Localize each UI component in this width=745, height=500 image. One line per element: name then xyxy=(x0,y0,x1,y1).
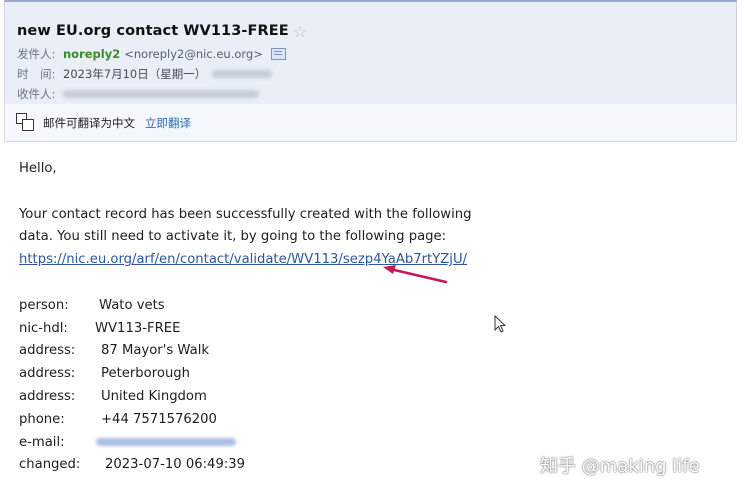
redacted-recipient xyxy=(63,90,259,98)
nichdl-value: WV113-FREE xyxy=(95,320,181,336)
sender-address: <noreply2@nic.eu.org> xyxy=(124,47,263,61)
address-label-2: address: xyxy=(19,366,76,382)
email-label: e-mail: xyxy=(19,434,65,450)
translate-bar: 邮件可翻译为中文 立即翻译 xyxy=(4,104,737,142)
email-row: e-mail: xyxy=(19,432,471,455)
nichdl-row: nic-hdl: WV113-FREE xyxy=(19,318,471,341)
to-row: 收件人: xyxy=(17,86,259,102)
sender-name[interactable]: noreply2 xyxy=(63,47,120,61)
address-label-3: address: xyxy=(19,388,76,404)
phone-label: phone: xyxy=(19,411,65,427)
annotation-arrow-icon xyxy=(383,265,448,284)
email-body: Hello, Your contact record has been succ… xyxy=(19,158,471,477)
from-row: 发件人: noreply2 <noreply2@nic.eu.org> xyxy=(17,46,286,62)
person-label: person: xyxy=(19,297,69,313)
changed-value: 2023-07-10 06:49:39 xyxy=(105,457,246,473)
changed-row: changed: 2023-07-10 06:49:39 xyxy=(19,454,471,477)
address-value-3: United Kingdom xyxy=(101,388,207,404)
address-value-1: 87 Mayor's Walk xyxy=(101,343,209,359)
address-label-1: address: xyxy=(19,343,76,359)
redacted-email-link[interactable] xyxy=(96,437,236,446)
watermark-text: 知乎 @making life xyxy=(540,456,700,477)
translate-icon xyxy=(16,113,35,132)
subject-row: new EU.org contact WV113-FREE ☆ xyxy=(17,20,307,42)
time-label: 时 间: xyxy=(17,67,56,81)
person-row: person: Wato vets xyxy=(19,295,471,318)
address-row-2: address: Peterborough xyxy=(19,363,471,386)
paragraph-line-1: Your contact record has been successfull… xyxy=(19,206,472,222)
time-row: 时 间: 2023年7月10日（星期一） xyxy=(17,66,273,82)
paragraph-line-2: data. You still need to activate it, by … xyxy=(19,229,447,245)
mouse-cursor-icon xyxy=(494,315,507,333)
greeting: Hello, xyxy=(19,161,57,176)
email-subject: new EU.org contact WV113-FREE xyxy=(17,23,289,39)
time-value: 2023年7月10日（星期一） xyxy=(63,67,207,81)
star-icon[interactable]: ☆ xyxy=(293,22,307,41)
address-row-1: address: 87 Mayor's Walk xyxy=(19,340,471,363)
contact-card-icon[interactable] xyxy=(270,48,286,60)
email-header: new EU.org contact WV113-FREE ☆ 发件人: nor… xyxy=(4,0,737,104)
changed-label: changed: xyxy=(19,457,81,473)
address-value-2: Peterborough xyxy=(101,366,191,382)
redacted-time xyxy=(212,70,273,78)
phone-value: +44 7571576200 xyxy=(101,411,217,427)
phone-row: phone: +44 7571576200 xyxy=(19,409,471,432)
translate-now-link[interactable]: 立即翻译 xyxy=(145,115,191,131)
translate-text: 邮件可翻译为中文 xyxy=(43,115,135,130)
from-label: 发件人: xyxy=(17,47,56,61)
address-row-3: address: United Kingdom xyxy=(19,386,471,409)
person-value: Wato vets xyxy=(99,297,165,313)
to-label: 收件人: xyxy=(17,87,56,101)
nichdl-label: nic-hdl: xyxy=(19,320,68,336)
